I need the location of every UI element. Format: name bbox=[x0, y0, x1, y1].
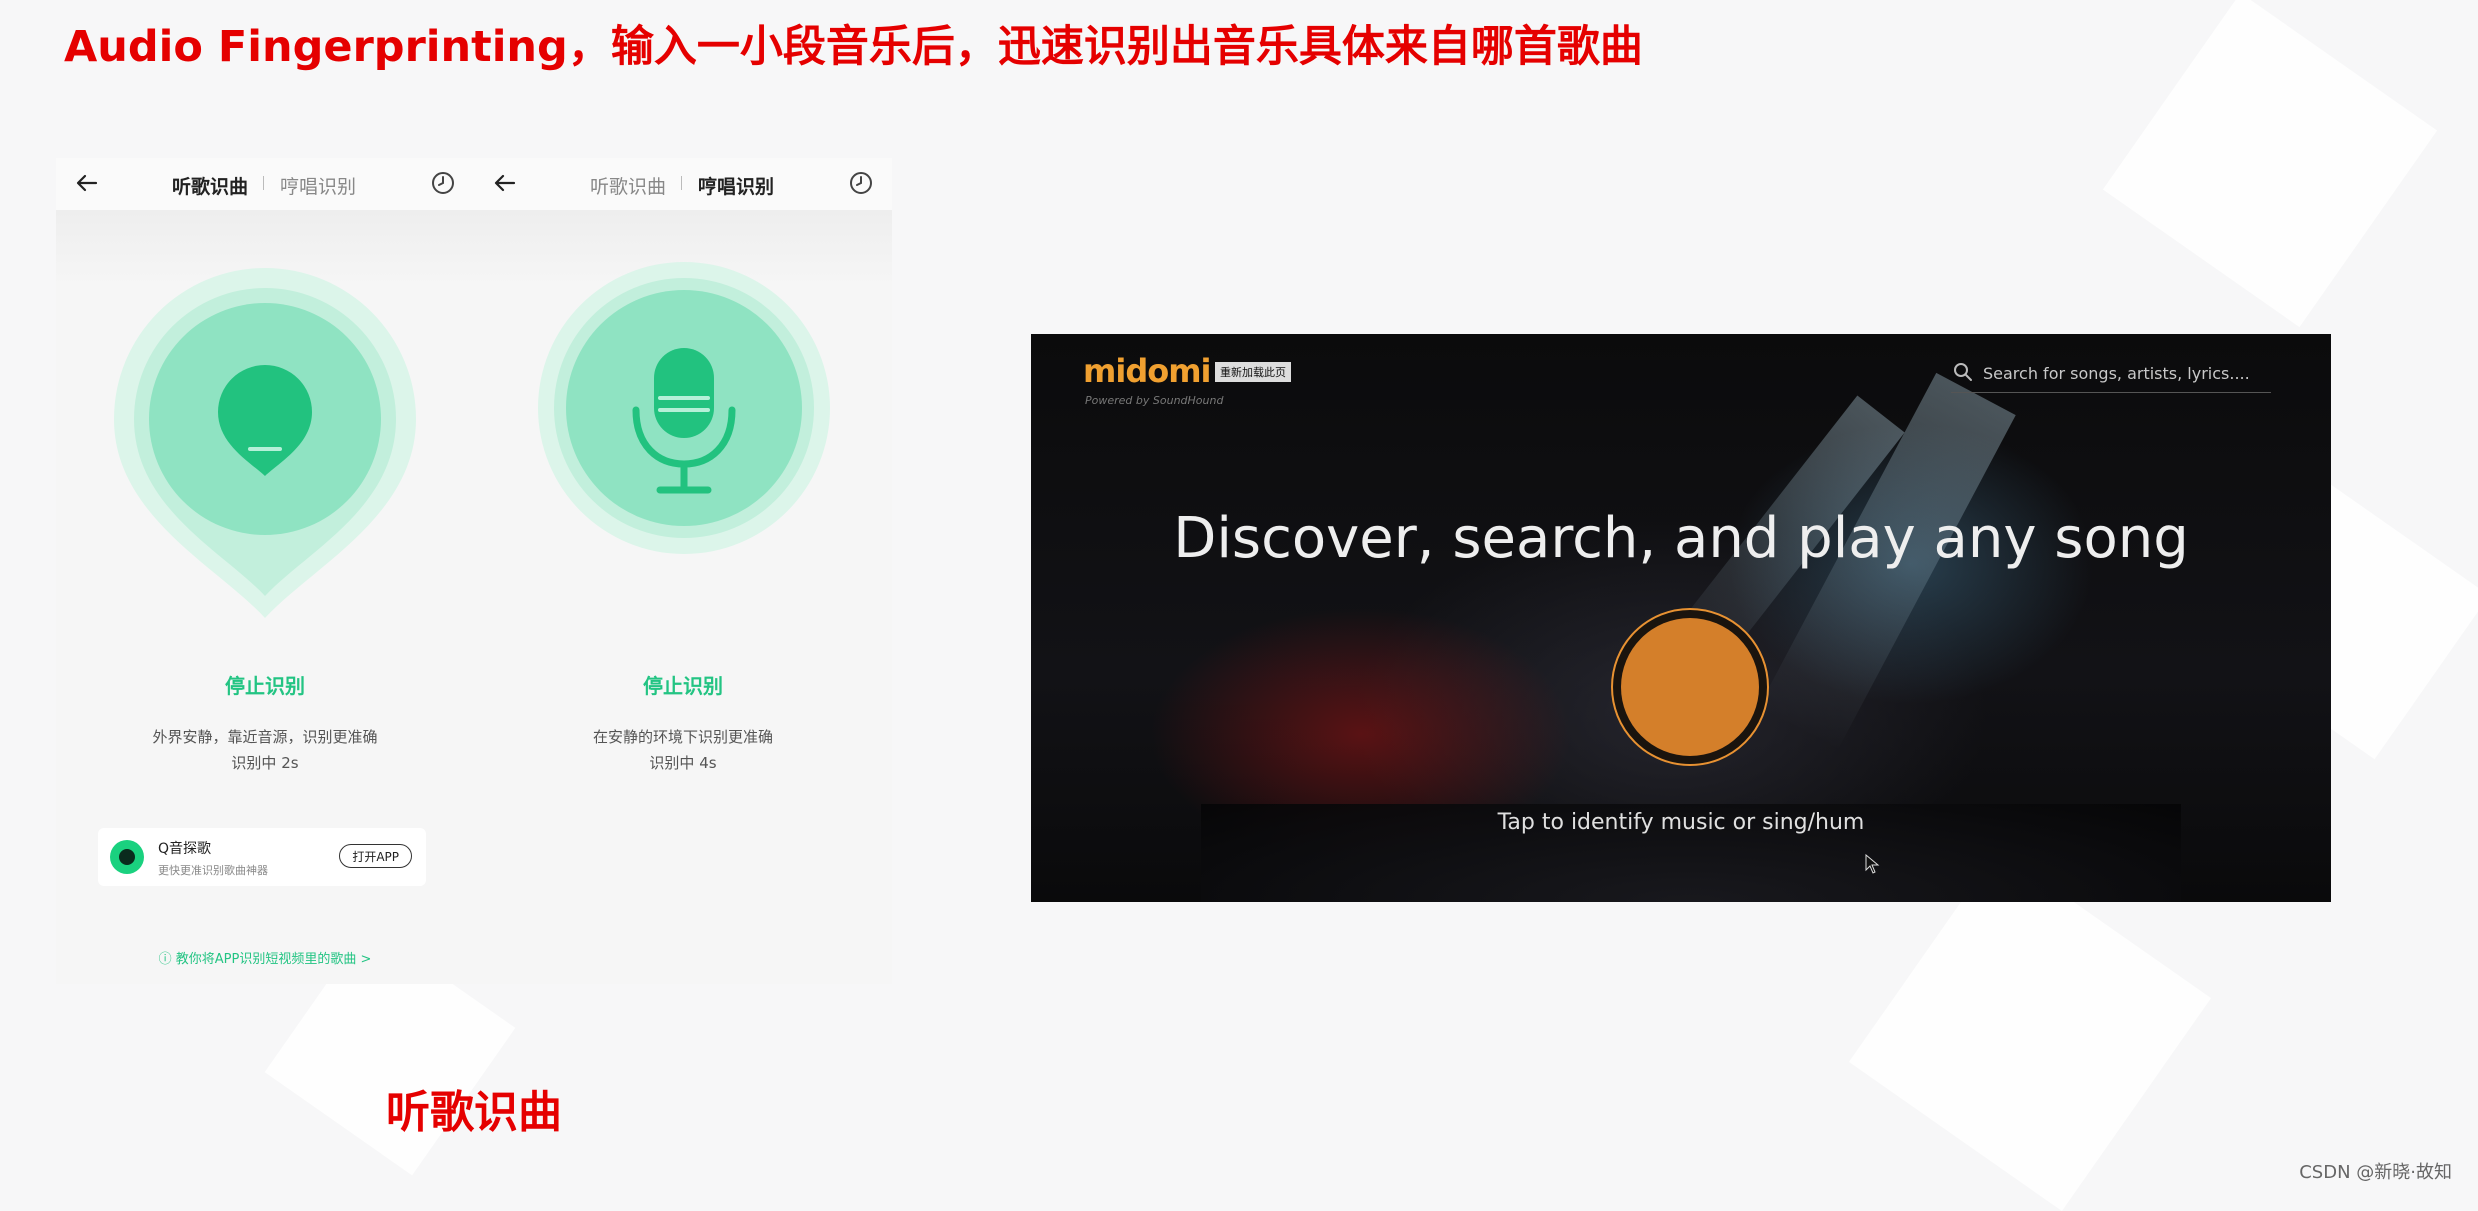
history-clock-icon[interactable] bbox=[848, 170, 874, 196]
slide-caption: 听歌识曲 bbox=[386, 1087, 562, 1138]
search-bar bbox=[1951, 354, 2271, 393]
stop-recognition-button[interactable]: 停止识别 bbox=[56, 670, 474, 699]
phone-top-bar: 听歌识曲 哼唱识别 bbox=[56, 158, 474, 210]
tab-hum[interactable]: 哼唱识别 bbox=[280, 172, 356, 199]
tab-listen[interactable]: 听歌识曲 bbox=[590, 172, 666, 199]
phone-screenshots: 听歌识曲 哼唱识别 停止识别 外界安静，靠近音源，识别更准确 识别中 2s Q音… bbox=[56, 158, 892, 984]
tab-divider bbox=[681, 176, 682, 190]
tutorial-link[interactable]: ⓘ 教你将APP识别短视频里的歌曲 > bbox=[56, 948, 474, 967]
history-clock-icon[interactable] bbox=[430, 170, 456, 196]
powered-by-text: Powered by SoundHound bbox=[1085, 394, 1224, 407]
app-name: Q音探歌 bbox=[158, 841, 212, 857]
back-arrow-icon[interactable] bbox=[490, 168, 520, 198]
recognize-drop-button[interactable] bbox=[112, 266, 418, 626]
tab-listen[interactable]: 听歌识曲 bbox=[172, 172, 248, 199]
reload-page-badge[interactable]: 重新加载此页 bbox=[1215, 362, 1291, 382]
midomi-screenshot: midomi 重新加载此页 Powered by SoundHound Disc… bbox=[1031, 334, 2331, 902]
search-input[interactable] bbox=[1981, 358, 2270, 388]
hum-record-button[interactable] bbox=[536, 260, 832, 556]
hint-line: 在安静的环境下识别更准确 bbox=[592, 728, 773, 746]
tab-divider bbox=[263, 176, 264, 190]
logo-text: midomi bbox=[1083, 352, 1212, 390]
open-app-button[interactable]: 打开APP bbox=[339, 844, 412, 868]
app-logo-icon bbox=[110, 840, 144, 874]
phone-listen-screen: 听歌识曲 哼唱识别 停止识别 外界安静，靠近音源，识别更准确 识别中 2s Q音… bbox=[56, 158, 474, 984]
watermark: CSDN @新晓·故知 bbox=[2299, 1162, 2452, 1183]
app-description: 更快更准识别歌曲神器 bbox=[158, 864, 268, 877]
identify-button[interactable] bbox=[1611, 608, 1769, 766]
app-promo-card: Q音探歌 更快更准识别歌曲神器 打开APP bbox=[98, 828, 426, 886]
info-icon: ⓘ bbox=[158, 952, 176, 967]
midomi-logo[interactable]: midomi 重新加载此页 Powered by SoundHound bbox=[1083, 352, 1291, 407]
tutorial-link-text: 教你将APP识别短视频里的歌曲 > bbox=[175, 952, 372, 967]
background-shape bbox=[2102, 0, 2438, 328]
tab-hum[interactable]: 哼唱识别 bbox=[698, 172, 774, 199]
hint-line: 外界安静，靠近音源，识别更准确 bbox=[152, 728, 378, 746]
mouse-cursor-icon bbox=[1865, 854, 1880, 874]
background-shape bbox=[1848, 848, 2212, 1211]
stop-recognition-button[interactable]: 停止识别 bbox=[474, 670, 892, 699]
back-arrow-icon[interactable] bbox=[72, 168, 102, 198]
identify-button-core[interactable] bbox=[1621, 618, 1759, 756]
recognition-timer: 识别中 4s bbox=[649, 754, 717, 772]
recognition-timer: 识别中 2s bbox=[231, 754, 299, 772]
recognition-hint: 外界安静，靠近音源，识别更准确 识别中 2s bbox=[56, 724, 474, 776]
slide-title: Audio Fingerprinting，输入一小段音乐后，迅速识别出音乐具体来… bbox=[64, 22, 1643, 72]
hero-headline: Discover, search, and play any song bbox=[1173, 506, 2189, 571]
recognition-hint: 在安静的环境下识别更准确 识别中 4s bbox=[474, 724, 892, 776]
phone-top-bar: 听歌识曲 哼唱识别 bbox=[474, 158, 892, 210]
search-icon bbox=[1954, 363, 1972, 381]
tap-instruction: Tap to identify music or sing/hum bbox=[1497, 810, 1865, 835]
phone-hum-screen: 听歌识曲 哼唱识别 停止识别 在安静的环境下识别更准确 识别中 4s bbox=[474, 158, 892, 984]
